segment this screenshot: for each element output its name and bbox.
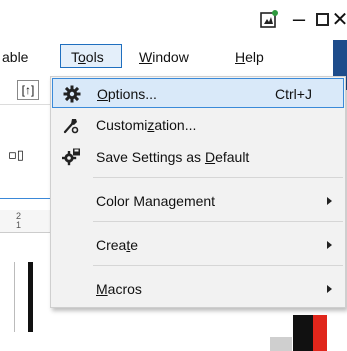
close-button[interactable]: ✕ [332, 6, 347, 32]
ruler: 2 1 [0, 210, 50, 233]
customization-before: Customi [96, 117, 148, 133]
menu-tools-suffix: ols [85, 49, 104, 65]
divider [0, 198, 50, 199]
menu-help[interactable]: Help [233, 46, 266, 68]
macros-rest: acros [107, 281, 142, 297]
menu-separator [93, 221, 343, 222]
menu-table[interactable]: able [0, 46, 54, 68]
menu-tools-mnemonic: o [78, 49, 86, 65]
submenu-arrow-icon [327, 197, 332, 205]
options-mnemonic: O [97, 86, 108, 102]
menu-tools[interactable]: Tools [60, 44, 122, 68]
submenu-arrow-icon [327, 285, 332, 293]
title-bar: – ✕ [0, 0, 347, 38]
menu-item-save-default[interactable]: Save Settings as Default [52, 142, 344, 172]
menu-item-options[interactable]: Options... Ctrl+J [52, 78, 344, 108]
canvas-artwork [255, 315, 347, 351]
canvas-shape-gray [270, 337, 292, 351]
submenu-arrow-icon [327, 241, 332, 249]
menu-window-mnemonic: W [139, 49, 153, 65]
menu-window[interactable]: Window [137, 46, 191, 68]
menu-separator [93, 177, 343, 178]
menu-item-color-management[interactable]: Color Management [52, 186, 344, 216]
wrench-icon [61, 116, 81, 134]
canvas-shape [28, 262, 33, 332]
canvas-shape-red [313, 315, 327, 351]
menu-tools-prefix: T [71, 49, 78, 65]
menu-item-create[interactable]: Create [52, 230, 344, 260]
menu-item-options-label: Options... [97, 79, 157, 109]
save-default-after: efault [215, 149, 250, 165]
menu-item-save-default-label: Save Settings as Default [96, 142, 249, 172]
menu-item-macros[interactable]: Macros [52, 274, 344, 304]
customization-after: ation... [154, 117, 197, 133]
gear-save-icon [61, 148, 81, 166]
node-icon[interactable]: ▫▯ [8, 148, 24, 163]
ruler-mark: 1 [16, 220, 22, 230]
create-before: Crea [96, 237, 127, 253]
gear-icon [62, 85, 82, 103]
menu-item-customization-label: Customization... [96, 110, 196, 140]
menu-item-color-management-label: Color Management [96, 193, 216, 209]
maximize-icon [315, 12, 329, 26]
maximize-button[interactable] [313, 6, 331, 32]
options-rest: ptions... [107, 86, 157, 102]
menu-window-suffix: indow [152, 49, 189, 65]
upload-icon[interactable]: [↑] [17, 80, 39, 100]
menu-item-create-label: Create [96, 230, 138, 260]
menu-item-macros-label: Macros [96, 274, 142, 304]
save-default-before: Save Settings as [96, 149, 205, 165]
canvas-shape-black [293, 315, 313, 351]
menu-separator [93, 265, 343, 266]
menu-item-customization[interactable]: Customization... [52, 110, 344, 140]
canvas-guide [14, 262, 15, 332]
create-after: e [130, 237, 139, 253]
menu-item-options-shortcut: Ctrl+J [275, 86, 312, 102]
minimize-button[interactable]: – [288, 6, 310, 32]
menu-help-suffix: elp [245, 49, 264, 65]
document-edit-icon[interactable] [256, 6, 282, 32]
tools-menu: Options... Ctrl+J Customization... Save … [50, 76, 346, 308]
macros-mnemonic: M [96, 281, 108, 297]
menu-help-mnemonic: H [235, 49, 246, 65]
save-default-mnemonic: D [204, 149, 216, 165]
menu-bar: able Tools Window Help [0, 40, 347, 74]
